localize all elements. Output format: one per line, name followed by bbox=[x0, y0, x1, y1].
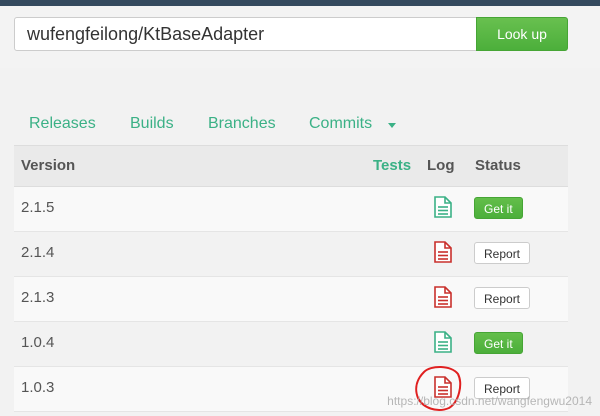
report-button[interactable]: Report bbox=[474, 242, 531, 264]
version-cell: 2.1.4 bbox=[21, 244, 55, 261]
table-header: Version Tests Log Status bbox=[14, 146, 568, 187]
version-cell: 1.0.3 bbox=[21, 379, 55, 396]
table-row: 2.1.5 Get it bbox=[14, 187, 568, 232]
tab-commits[interactable]: Commits bbox=[309, 115, 372, 133]
tab-builds[interactable]: Builds bbox=[130, 115, 174, 133]
build-tabs: Releases Builds Branches Commits bbox=[14, 105, 568, 146]
tab-releases[interactable]: Releases bbox=[29, 115, 96, 133]
document-log-icon[interactable] bbox=[433, 241, 453, 263]
table-row: 2.1.4 Report bbox=[14, 232, 568, 277]
log-header: Log bbox=[427, 157, 455, 174]
document-log-icon[interactable] bbox=[433, 196, 453, 218]
look-up-button[interactable]: Look up bbox=[476, 17, 568, 51]
table-row: 1.0.4 Get it bbox=[14, 322, 568, 367]
watermark-text: https://blog.csdn.net/wangfengwu2014 bbox=[387, 394, 592, 408]
tab-branches[interactable]: Branches bbox=[208, 115, 276, 133]
table-row: 2.1.3 Report bbox=[14, 277, 568, 322]
version-header: Version bbox=[21, 157, 76, 174]
document-log-icon[interactable] bbox=[433, 286, 453, 308]
tests-header[interactable]: Tests bbox=[373, 157, 411, 174]
get-it-button[interactable]: Get it bbox=[474, 197, 523, 219]
version-cell: 2.1.3 bbox=[21, 289, 55, 306]
version-cell: 2.1.5 bbox=[21, 199, 55, 216]
report-button[interactable]: Report bbox=[474, 287, 531, 309]
repo-search-input[interactable] bbox=[14, 17, 488, 51]
document-log-icon[interactable] bbox=[433, 331, 453, 353]
versions-table: Version Tests Log Status 2.1.5 Get it 2.1… bbox=[14, 146, 568, 412]
version-cell: 1.0.4 bbox=[21, 334, 55, 351]
status-header: Status bbox=[475, 157, 521, 174]
get-it-button[interactable]: Get it bbox=[474, 332, 523, 354]
chevron-down-icon[interactable] bbox=[388, 123, 396, 128]
